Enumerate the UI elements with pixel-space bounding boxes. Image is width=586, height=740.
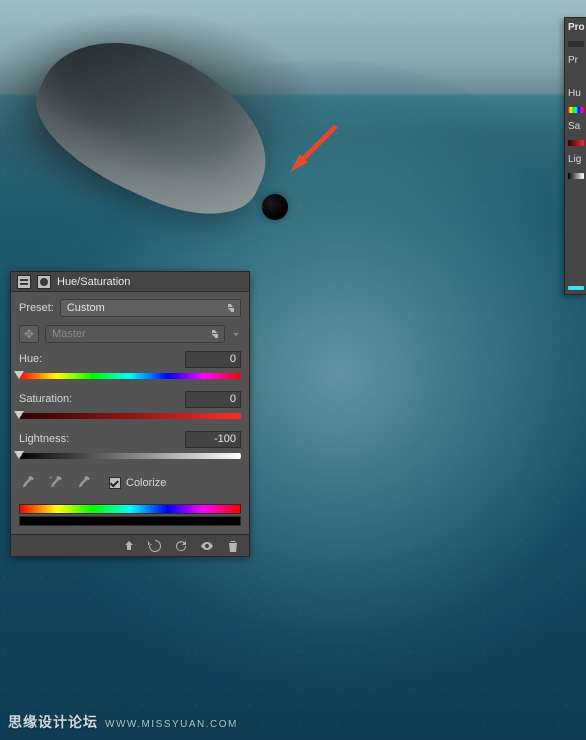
eyedropper-icon[interactable]: [19, 474, 37, 492]
channel-value: Master: [52, 328, 86, 340]
hue-slider[interactable]: [19, 370, 241, 382]
properties-light-strip: [568, 173, 584, 179]
visibility-eye-icon[interactable]: [199, 538, 215, 554]
spectrum-bars: [19, 504, 241, 526]
clip-to-layer-icon[interactable]: [121, 538, 137, 554]
lightness-input[interactable]: [185, 431, 241, 448]
hue-input[interactable]: [185, 351, 241, 368]
eyedropper-minus-icon[interactable]: [75, 474, 93, 492]
hue-saturation-panel: Hue/Saturation Preset: Custom ✥ Master H…: [10, 271, 250, 557]
channel-row: ✥ Master: [19, 324, 241, 344]
input-spectrum-bar: [19, 504, 241, 514]
properties-sat-label-partial: Sa: [568, 121, 580, 132]
properties-light-label-partial: Lig: [568, 154, 581, 165]
properties-tab-label: Pro: [568, 22, 585, 33]
adjustment-icon: [17, 275, 31, 289]
preset-value: Custom: [67, 302, 105, 314]
preset-row: Preset: Custom: [19, 298, 241, 318]
mask-icon: [37, 275, 51, 289]
trash-icon[interactable]: [225, 538, 241, 554]
hue-label: Hue:: [19, 353, 42, 365]
panel-body: Preset: Custom ✥ Master Hue: Sat: [11, 292, 249, 534]
properties-sat-strip: [568, 140, 584, 146]
panel-footer: [11, 534, 249, 556]
eyedropper-plus-icon[interactable]: [47, 474, 65, 492]
saturation-label: Saturation:: [19, 393, 72, 405]
properties-accent-strip: [568, 286, 584, 290]
colorize-label: Colorize: [126, 477, 166, 489]
preset-dropdown[interactable]: Custom: [60, 299, 241, 317]
saturation-slider[interactable]: [19, 410, 241, 422]
previous-state-icon[interactable]: [147, 538, 163, 554]
colorize-checkbox[interactable]: Colorize: [109, 477, 166, 489]
lightness-slider[interactable]: [19, 450, 241, 462]
properties-hue-strip: [568, 107, 584, 113]
chevron-down-icon: [231, 325, 241, 343]
checkbox-icon: [109, 477, 121, 489]
targeted-adjust-tool[interactable]: ✥: [19, 325, 39, 343]
hue-block: Hue:: [19, 350, 241, 384]
output-spectrum-bar: [19, 516, 241, 526]
properties-hue-label-partial: Hu: [568, 88, 581, 99]
lightness-block: Lightness:: [19, 430, 241, 464]
reset-icon[interactable]: [173, 538, 189, 554]
saturation-block: Saturation:: [19, 390, 241, 424]
eyedropper-row: Colorize: [19, 474, 241, 492]
lightness-label: Lightness:: [19, 433, 69, 445]
panel-title-text: Hue/Saturation: [57, 276, 130, 288]
properties-preset-label-partial: Pr: [568, 55, 578, 66]
properties-panel-partial[interactable]: Pro Pr Hu Sa Lig: [564, 17, 586, 295]
channel-dropdown[interactable]: Master: [45, 325, 225, 343]
panel-titlebar[interactable]: Hue/Saturation: [11, 272, 249, 292]
properties-thumb-icon: [568, 41, 584, 47]
shark-eye-shape: [262, 194, 288, 220]
preset-label: Preset:: [19, 302, 54, 314]
saturation-input[interactable]: [185, 391, 241, 408]
